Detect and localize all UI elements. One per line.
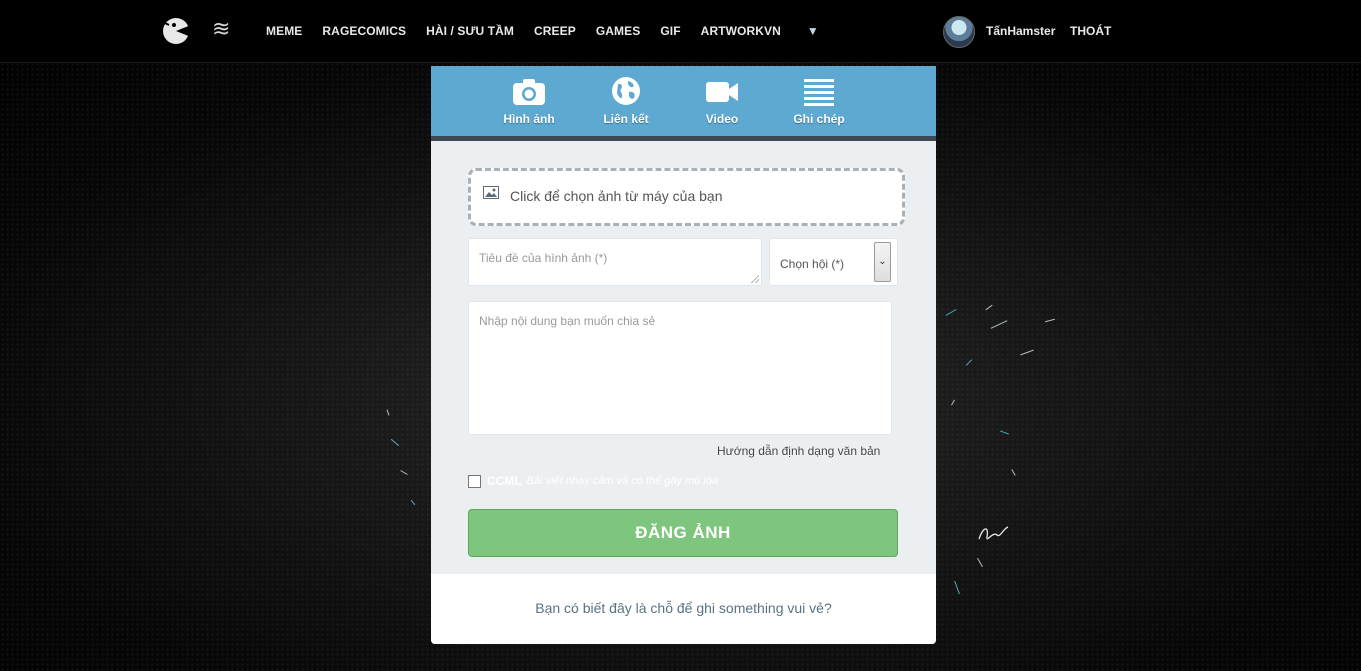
camera-icon bbox=[513, 79, 545, 105]
tab-image-label: Hình ảnh bbox=[503, 112, 555, 126]
menu-waves-icon[interactable]: ≋ bbox=[212, 18, 230, 40]
tab-image[interactable]: Hình ảnh bbox=[486, 74, 572, 134]
post-type-tabs: Hình ảnh Liên kết Video Ghi chép bbox=[431, 66, 936, 141]
image-icon bbox=[483, 186, 499, 199]
group-select-value: Chọn hội (*) bbox=[780, 257, 845, 271]
footer-text: Bạn có biết đây là chỗ để ghi something … bbox=[535, 600, 832, 616]
tab-notes[interactable]: Ghi chép bbox=[776, 74, 862, 134]
tab-video-label: Video bbox=[705, 112, 739, 126]
site-logo-icon[interactable] bbox=[160, 14, 192, 46]
nav-item-ragecomics[interactable]: RAGECOMICS bbox=[322, 24, 406, 38]
image-upload-dropzone[interactable]: Click để chọn ảnh từ máy của bạn bbox=[468, 168, 905, 226]
user-avatar[interactable] bbox=[943, 16, 975, 48]
tab-video[interactable]: Video bbox=[679, 74, 765, 134]
top-navigation-bar: ≋ MEME RAGECOMICS HÀI / SƯU TẦM CREEP GA… bbox=[0, 0, 1361, 63]
main-nav: MEME RAGECOMICS HÀI / SƯU TẦM CREEP GAME… bbox=[266, 0, 819, 62]
post-form-panel: Hình ảnh Liên kết Video Ghi chép Click đ… bbox=[431, 66, 936, 644]
nav-item-meme[interactable]: MEME bbox=[266, 24, 302, 38]
username-link[interactable]: TấnHamster bbox=[986, 24, 1055, 38]
group-select[interactable]: Chọn hội (*) ⌄ bbox=[769, 238, 898, 286]
chevron-down-icon[interactable]: ⌄ bbox=[874, 242, 891, 282]
signature-scribble bbox=[978, 526, 1009, 540]
nav-item-creep[interactable]: CREEP bbox=[534, 24, 576, 38]
logout-link[interactable]: THOÁT bbox=[1070, 24, 1111, 38]
panel-footer: Bạn có biết đây là chỗ để ghi something … bbox=[431, 574, 936, 644]
format-guide-link[interactable]: Hướng dẫn định dạng văn bản bbox=[717, 444, 880, 458]
nav-more-dropdown-icon[interactable]: ▼ bbox=[807, 24, 819, 38]
tab-notes-label: Ghi chép bbox=[793, 112, 845, 126]
nav-item-artworkvn[interactable]: ARTWORKVN bbox=[701, 24, 781, 38]
nav-item-games[interactable]: GAMES bbox=[596, 24, 641, 38]
globe-icon bbox=[612, 77, 640, 105]
content-textarea[interactable]: Nhập nội dung bạn muốn chia sẻ bbox=[468, 301, 892, 435]
nsfw-checkbox[interactable] bbox=[468, 474, 481, 488]
nav-item-gif[interactable]: GIF bbox=[660, 24, 680, 38]
tab-link[interactable]: Liên kết bbox=[583, 74, 669, 134]
video-camera-icon bbox=[706, 82, 738, 102]
nav-item-hai-suu-tam[interactable]: HÀI / SƯU TẦM bbox=[426, 24, 514, 38]
nsfw-description: Bài viết nhạy cảm và có thể gây mù lòa bbox=[526, 475, 719, 487]
submit-post-button[interactable]: ĐĂNG ẢNH bbox=[468, 509, 898, 557]
image-title-input[interactable]: Tiêu đề của hình ảnh (*) bbox=[468, 238, 762, 286]
upload-text: Click để chọn ảnh từ máy của bạn bbox=[510, 188, 723, 204]
lines-icon bbox=[804, 79, 834, 106]
tab-link-label: Liên kết bbox=[603, 112, 649, 126]
nsfw-option: CCML Bài viết nhạy cảm và có thể gây mù … bbox=[468, 473, 718, 489]
nsfw-label: CCML bbox=[487, 474, 522, 488]
